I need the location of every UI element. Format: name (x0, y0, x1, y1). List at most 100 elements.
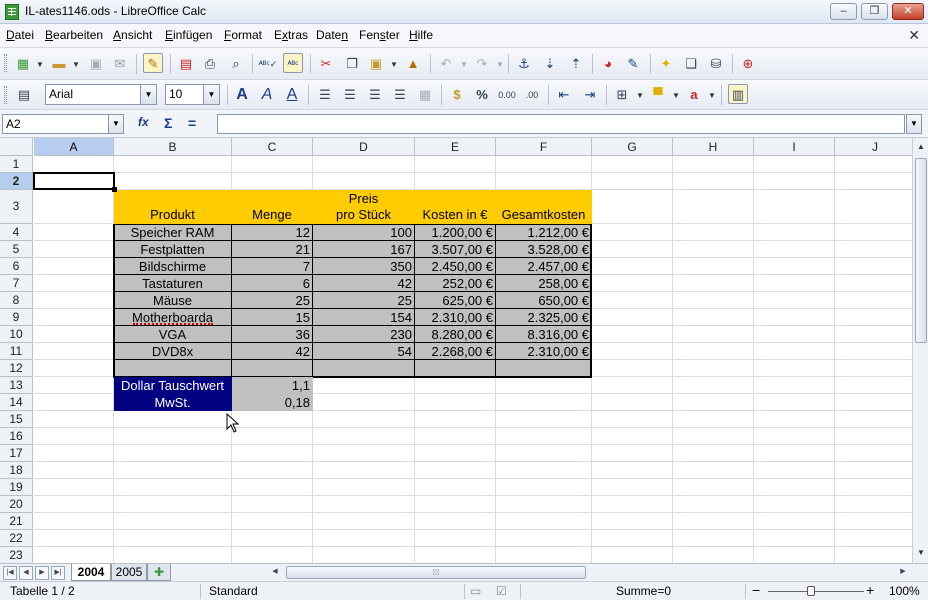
borders-dropdown-icon[interactable]: ▼ (636, 91, 644, 100)
edit-file-icon[interactable]: ✎ (143, 53, 163, 73)
cell-gesamtkosten[interactable]: 2.457,00 € (496, 258, 591, 274)
column-header-b[interactable]: B (114, 138, 232, 156)
horizontal-scroll-thumb[interactable]: ⁞⁞⁞ (286, 566, 586, 579)
vertical-scrollbar[interactable]: ▲ ▼ (912, 138, 928, 563)
bold-icon[interactable]: A (232, 85, 252, 105)
decrease-indent-icon[interactable]: ⇤ (554, 85, 574, 105)
column-header-f[interactable]: F (496, 138, 592, 156)
column-header-d[interactable]: D (313, 138, 415, 156)
font-color-icon[interactable]: a (684, 85, 704, 105)
cell-gesamtkosten[interactable]: 650,00 € (496, 292, 591, 308)
label-mwst[interactable]: MwSt. (114, 394, 231, 410)
cell-menge[interactable]: 12 (232, 224, 312, 240)
column-header-g[interactable]: G (592, 138, 673, 156)
redo-icon[interactable]: ↷ (472, 54, 492, 74)
font-size-combo[interactable]: 10 ▼ (165, 84, 220, 105)
cell-menge[interactable]: 15 (232, 309, 312, 325)
expand-formula-icon[interactable]: ▼ (906, 114, 922, 134)
value-mwst[interactable]: 0,18 (232, 394, 312, 410)
align-left-icon[interactable]: ☰ (315, 85, 335, 105)
scroll-up-icon[interactable]: ▲ (915, 142, 927, 151)
cell-produkt[interactable]: VGA (114, 326, 231, 342)
close-button[interactable]: ✕ (892, 3, 924, 20)
zoom-slider[interactable] (768, 591, 864, 592)
minimize-button[interactable]: – (830, 3, 857, 20)
export-pdf-icon[interactable]: ▤ (176, 54, 196, 74)
cell-gesamtkosten[interactable]: 3.528,00 € (496, 241, 591, 257)
header-menge[interactable]: Menge (232, 190, 312, 223)
cut-icon[interactable]: ✂ (316, 54, 336, 74)
fill-handle[interactable] (112, 187, 117, 192)
add-sheet-icon[interactable]: ✚ (147, 564, 171, 581)
redo-dropdown-icon[interactable]: ▼ (496, 60, 504, 69)
cell-produkt[interactable]: Tastaturen (114, 275, 231, 291)
name-box[interactable]: A2 ▼ (2, 114, 124, 134)
column-header-a[interactable]: A (34, 138, 114, 156)
row-header-9[interactable]: 9 (0, 309, 33, 326)
undo-icon[interactable]: ↶ (436, 54, 456, 74)
menu-bearbeiten[interactable]: Bearbeiten (45, 28, 103, 42)
zoom-in-icon[interactable]: + (866, 582, 874, 598)
menu-hilfe[interactable]: Hilfe (409, 28, 433, 42)
background-dropdown-icon[interactable]: ▼ (672, 91, 680, 100)
justify-icon[interactable]: ☰ (390, 85, 410, 105)
row-header-10[interactable]: 10 (0, 326, 33, 343)
background-color-icon[interactable]: ▀ (648, 85, 668, 105)
insert-pivot-icon[interactable]: ✎ (623, 54, 643, 74)
row-header-8[interactable]: 8 (0, 292, 33, 309)
vertical-scroll-thumb[interactable] (915, 158, 927, 343)
sum-icon[interactable]: Σ (164, 115, 172, 131)
open-dropdown-icon[interactable]: ▼ (72, 60, 80, 69)
column-header-i[interactable]: I (754, 138, 835, 156)
gallery-icon[interactable]: ❏ (681, 54, 701, 74)
cell-kosten[interactable]: 625,00 € (415, 292, 495, 308)
styles-icon[interactable]: ▤ (14, 85, 34, 105)
cell-kosten[interactable]: 3.507,00 € (415, 241, 495, 257)
prev-sheet-icon[interactable]: ◀ (19, 566, 33, 580)
print-icon[interactable]: ⎙ (200, 54, 220, 74)
chevron-down-icon[interactable]: ▼ (140, 85, 156, 104)
hyperlink-icon[interactable]: ⚓ (514, 54, 534, 74)
sheet-tab-2005[interactable]: 2005 (111, 564, 147, 581)
cell-kosten[interactable]: 2.268,00 € (415, 343, 495, 359)
row-header-7[interactable]: 7 (0, 275, 33, 292)
open-icon[interactable]: ▬ (49, 54, 69, 74)
navigator-icon[interactable]: ✦ (656, 54, 676, 74)
cell-gesamtkosten[interactable]: 2.325,00 € (496, 309, 591, 325)
font-name-combo[interactable]: Arial ▼ (45, 84, 157, 105)
copy-icon[interactable]: ❐ (342, 54, 362, 74)
select-all-corner[interactable] (0, 138, 33, 156)
save-icon[interactable]: ▣ (86, 54, 106, 74)
zoom-slider-knob[interactable] (807, 586, 815, 596)
sort-descending-icon[interactable]: ⇡ (566, 54, 586, 74)
close-document-icon[interactable]: ✕ (908, 27, 920, 44)
next-sheet-icon[interactable]: ▶ (35, 566, 49, 580)
header-kosten[interactable]: Kosten in € (415, 190, 495, 223)
cell-kosten[interactable]: 8.280,00 € (415, 326, 495, 342)
cell-menge[interactable]: 36 (232, 326, 312, 342)
sheet-tab-2004[interactable]: 2004 (71, 564, 111, 581)
row-header-23[interactable]: 23 (0, 547, 33, 563)
borders-icon[interactable]: ⊞ (612, 85, 632, 105)
menu-extras[interactable]: Extras (274, 28, 308, 42)
row-header-2[interactable]: 2 (0, 173, 33, 190)
cell-menge[interactable]: 21 (232, 241, 312, 257)
increase-indent-icon[interactable]: ⇥ (580, 85, 600, 105)
cell-kosten[interactable]: 2.450,00 € (415, 258, 495, 274)
cell-gesamtkosten[interactable]: 8.316,00 € (496, 326, 591, 342)
row-header-3[interactable]: 3 (0, 190, 33, 224)
cell-produkt[interactable]: Speicher RAM (114, 224, 231, 240)
standard-format-icon[interactable]: 0.00 (497, 85, 517, 105)
align-center-icon[interactable]: ☰ (340, 85, 360, 105)
cell-kosten[interactable]: 1.200,00 € (415, 224, 495, 240)
undo-dropdown-icon[interactable]: ▼ (460, 60, 468, 69)
selected-cell-a2[interactable] (33, 172, 115, 190)
new-document-icon[interactable]: ▦ (13, 54, 33, 74)
cell-gesamtkosten[interactable]: 1.212,00 € (496, 224, 591, 240)
percent-format-icon[interactable]: % (472, 85, 492, 105)
row-header-12[interactable]: 12 (0, 360, 33, 377)
font-color-dropdown-icon[interactable]: ▼ (708, 91, 716, 100)
chevron-down-icon[interactable]: ▼ (203, 85, 219, 104)
row-header-5[interactable]: 5 (0, 241, 33, 258)
scroll-left-icon[interactable]: ◀ (268, 566, 282, 580)
